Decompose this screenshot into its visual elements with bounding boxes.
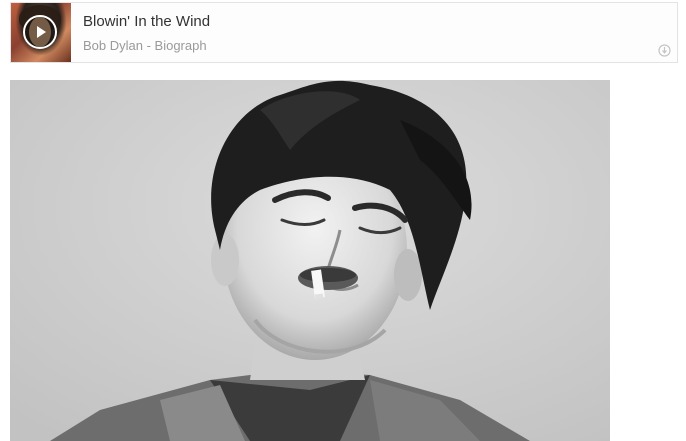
play-button[interactable] [23, 15, 57, 49]
portrait-photo [10, 80, 610, 441]
album-cover [11, 3, 71, 62]
track-title[interactable]: Blowin' In the Wind [83, 13, 210, 30]
track-subtitle[interactable]: Bob Dylan - Biograph [83, 38, 207, 53]
artist-photo [10, 80, 610, 441]
music-player-card: Blowin' In the Wind Bob Dylan - Biograph [10, 2, 678, 63]
play-icon [37, 26, 46, 38]
music-service-logo-icon[interactable] [658, 44, 671, 57]
